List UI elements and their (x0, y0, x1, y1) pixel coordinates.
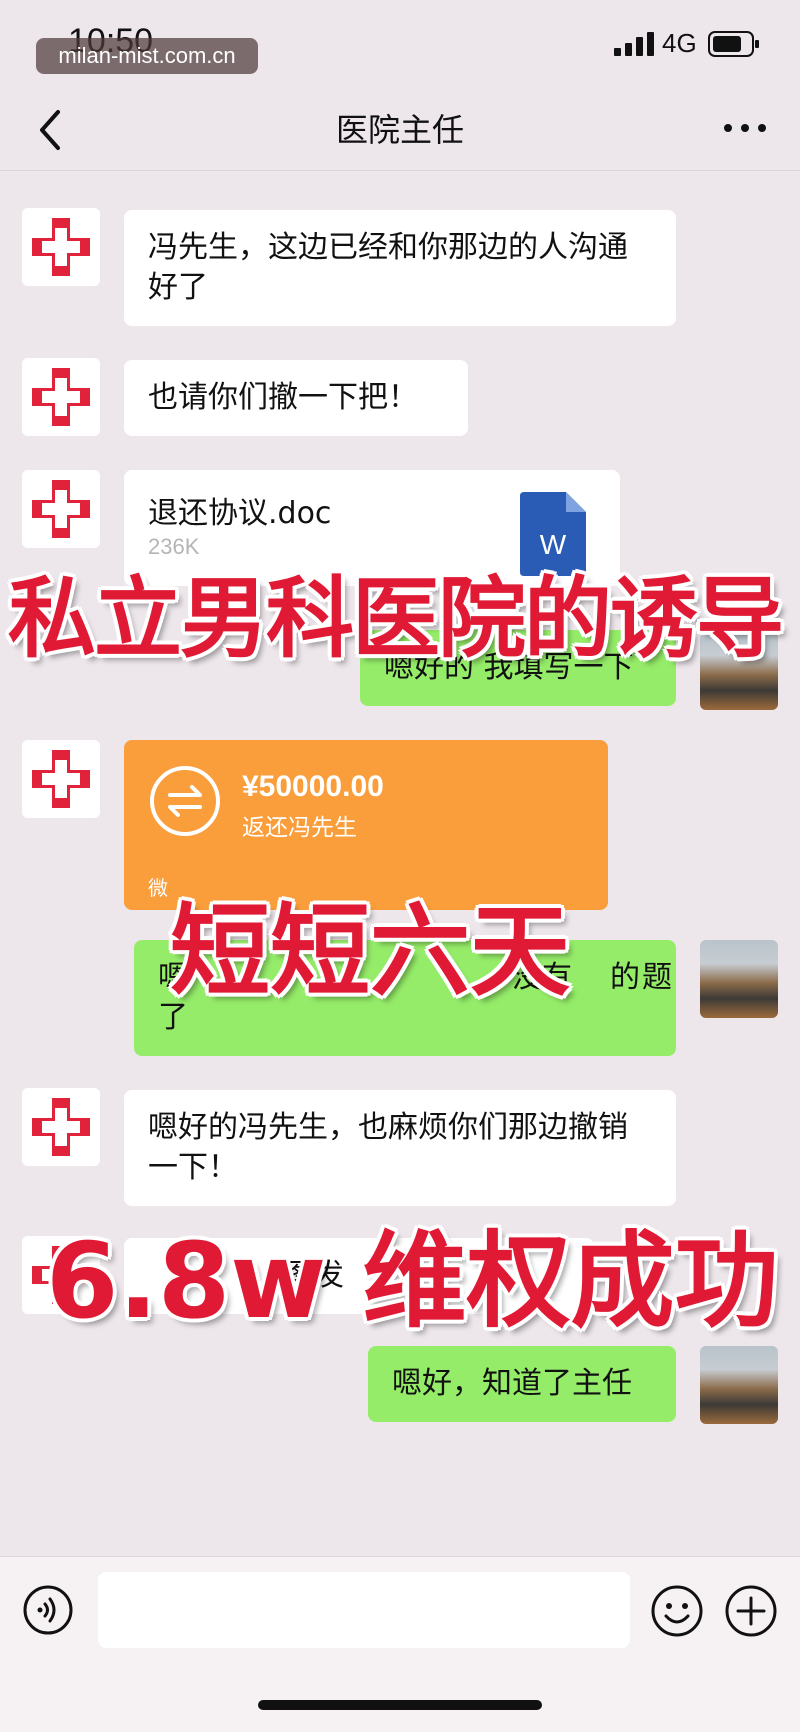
message-text-fragment: 题 (642, 960, 672, 995)
message-text: 嗯好的冯先生，也麻烦你们那边撤销一下！ (148, 1110, 628, 1185)
signal-icon (614, 32, 654, 56)
message-bubble[interactable]: 嗯好的冯先生，也麻烦你们那边撤销一下！ (124, 1090, 676, 1206)
hospital-avatar[interactable] (22, 358, 100, 436)
hospital-avatar[interactable] (22, 208, 100, 286)
transfer-arrows-icon (150, 766, 220, 836)
more-icon[interactable] (720, 116, 770, 140)
message-bubble[interactable]: 嗯好，知道了主任 (368, 1346, 676, 1422)
add-icon[interactable] (724, 1584, 778, 1638)
user-avatar[interactable] (700, 1346, 778, 1424)
message-input[interactable] (98, 1572, 630, 1648)
watermark: milan-mist.com.cn (36, 38, 258, 74)
battery-icon (708, 31, 759, 57)
voice-icon[interactable] (22, 1584, 74, 1636)
message-bubble[interactable]: 冯先生，这边已经和你那边的人沟通好了 (124, 210, 676, 326)
user-avatar[interactable] (700, 940, 778, 1018)
network-label: 4G (662, 28, 697, 58)
message-text: 嗯好，知道了主任 (392, 1366, 632, 1401)
message-text-fragment: 的 (610, 960, 640, 995)
transfer-note: 返还冯先生 (242, 815, 357, 841)
hospital-avatar[interactable] (22, 1088, 100, 1166)
message-bubble[interactable]: 也请你们撤一下把！ (124, 360, 468, 436)
hospital-avatar[interactable] (22, 470, 100, 548)
chat-title: 医院主任 (335, 111, 464, 149)
message-text: 冯先生，这边已经和你那边的人沟通好了 (148, 230, 628, 305)
emoji-icon[interactable] (650, 1584, 704, 1638)
transfer-footer: 微 (148, 876, 168, 900)
transfer-amount: ¥50000.00 (242, 770, 384, 803)
hospital-avatar[interactable] (22, 740, 100, 818)
overlay-caption-line-1: 私立男科医院的诱导 (8, 567, 784, 670)
message-text: 也请你们撤一下把！ (148, 380, 418, 415)
overlay-caption-line-3: 6.8w 维权成功 (46, 1220, 779, 1342)
file-name: 退还协议.doc (148, 496, 332, 531)
home-indicator (258, 1700, 542, 1710)
overlay-caption-line-2: 短短六天 (170, 893, 570, 1010)
